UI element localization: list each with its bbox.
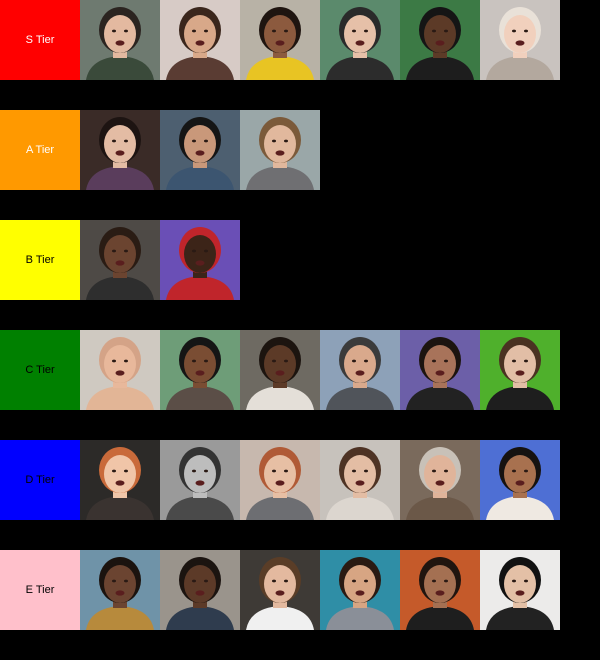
tier-row-e: E Tier	[0, 550, 560, 630]
reaction-tile-smiling-man[interactable]	[80, 220, 160, 300]
reaction-tile-woman-cap-outdoors[interactable]	[320, 330, 400, 410]
reaction-tile-woman-laughing-bedroom[interactable]	[320, 440, 400, 520]
reaction-tile-older-man[interactable]	[160, 110, 240, 190]
reaction-tile-man-beanie[interactable]	[320, 0, 400, 80]
reaction-tile-baby[interactable]	[80, 330, 160, 410]
reaction-tile-smiling-young-man[interactable]	[480, 440, 560, 520]
reaction-tile-woman-hijab[interactable]	[480, 0, 560, 80]
reaction-tile-woman-leopard-top[interactable]	[80, 550, 160, 630]
reaction-tile-girl-teal-background[interactable]	[320, 550, 400, 630]
reaction-tile-man-hands-on-face[interactable]	[400, 330, 480, 410]
reaction-tile-redhead-woman[interactable]	[240, 440, 320, 520]
reaction-tile-girl-laughing[interactable]	[240, 330, 320, 410]
tier-label-a[interactable]: A Tier	[0, 110, 80, 190]
tier-list: S Tier A Tier B Tier C Tier D Tier E Tie…	[0, 0, 600, 660]
reaction-tile-woman-green-screen[interactable]	[480, 330, 560, 410]
reaction-tile-kid-red-hoodie[interactable]	[160, 220, 240, 300]
reaction-tile-person-headphones-glasses[interactable]	[160, 330, 240, 410]
reaction-tile-man-headset[interactable]	[400, 0, 480, 80]
tier-row-c: C Tier	[0, 330, 560, 410]
reaction-tile-basketball-player[interactable]	[240, 550, 320, 630]
reaction-tile-woman-grimace[interactable]	[80, 440, 160, 520]
reaction-tile-woman-hands-face[interactable]	[160, 0, 240, 80]
reaction-tile-girl-yellow-shirt[interactable]	[240, 0, 320, 80]
tier-row-d: D Tier	[0, 440, 560, 520]
reaction-tile-man-glasses-laughing[interactable]	[80, 110, 160, 190]
tier-label-c[interactable]: C Tier	[0, 330, 80, 410]
reaction-tile-kid-smiling[interactable]	[160, 550, 240, 630]
tier-label-s[interactable]: S Tier	[0, 0, 80, 80]
reaction-tile-woman-curly-hair[interactable]	[240, 110, 320, 190]
tier-row-a: A Tier	[0, 110, 320, 190]
tier-row-s: S Tier	[0, 0, 560, 80]
reaction-tile-woman-hoop-earrings[interactable]	[400, 550, 480, 630]
tier-row-b: B Tier	[0, 220, 240, 300]
reaction-tile-man-bw-laughing[interactable]	[160, 440, 240, 520]
tier-label-b[interactable]: B Tier	[0, 220, 80, 300]
reaction-tile-man-black-cap[interactable]	[480, 550, 560, 630]
tier-label-e[interactable]: E Tier	[0, 550, 80, 630]
reaction-tile-headphones-man[interactable]	[80, 0, 160, 80]
tier-label-d[interactable]: D Tier	[0, 440, 80, 520]
reaction-tile-older-man-beard[interactable]	[400, 440, 480, 520]
